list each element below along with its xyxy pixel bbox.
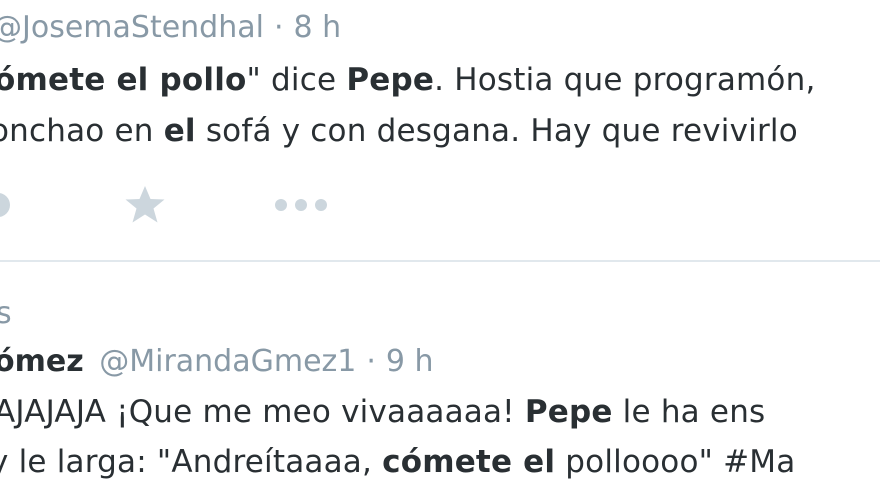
tweet1-bold-quote: ómete el pollo xyxy=(0,62,247,98)
tweet1-timestamp[interactable]: 8 h xyxy=(294,10,342,45)
tweet1-bold-pepe: Pepe xyxy=(346,62,435,98)
tweet1-text-line2: onchao en el sofá y con desgana. Hay que… xyxy=(0,113,798,149)
tweet2-timestamp[interactable]: 9 h xyxy=(386,344,434,379)
tweet1-handle[interactable]: @JosemaStendhal xyxy=(0,10,264,45)
reply-icon xyxy=(0,187,16,227)
tweet2-text-line1: AJAJAJA ¡Que me meo vivaaaaaa! Pepe le h… xyxy=(0,394,765,430)
tweet2-separator: · xyxy=(366,344,376,379)
reply-button[interactable] xyxy=(0,182,16,232)
tweet1-separator: · xyxy=(273,10,284,45)
tweet1-header: @JosemaStendhal · 8 h xyxy=(0,10,341,45)
tweet1-bold-el: el xyxy=(163,113,196,149)
tweet1-text-fragment: . Hostia que programón, xyxy=(434,62,816,98)
tweet1-text-fragment: onchao en xyxy=(0,113,164,149)
more-button[interactable] xyxy=(273,182,329,232)
tweet2-bold-pepe: Pepe xyxy=(524,394,613,430)
tweet1-action-bar xyxy=(0,182,880,232)
tweet2-text-fragment: polloooo" xyxy=(555,444,724,480)
tweet2-hashtag[interactable]: #Ma xyxy=(723,444,795,480)
tweet-divider xyxy=(0,260,880,262)
favorite-button[interactable] xyxy=(124,182,166,232)
tweet1-text-fragment: " dice xyxy=(246,62,347,98)
tweet2-context: s xyxy=(0,296,12,331)
more-icon xyxy=(273,195,329,219)
tweet-stream: @JosemaStendhal · 8 h ómete el pollo" dice… xyxy=(0,0,880,495)
tweet2-bold-text: cómete el xyxy=(382,444,556,480)
tweet2-text-fragment: y le larga: "Andreítaaaa, xyxy=(0,444,383,480)
tweet2-text-fragment: AJAJAJA ¡Que me meo vivaaaaaa! xyxy=(0,394,525,430)
star-icon xyxy=(124,184,166,230)
tweet2-display-name[interactable]: ómez xyxy=(0,344,84,379)
tweet2-text-line2: y le larga: "Andreítaaaa, cómete el poll… xyxy=(0,444,795,480)
tweet2-handle[interactable]: @MirandaGmez1 xyxy=(99,344,356,379)
tweet2-text-fragment: le ha ens xyxy=(612,394,766,430)
tweet1-text-fragment: sofá y con desgana. Hay que revivirlo xyxy=(195,113,798,149)
tweet1-text-line1: ómete el pollo" dice Pepe. Hostia que pr… xyxy=(0,62,816,98)
tweet2-header: ómez @MirandaGmez1 · 9 h xyxy=(0,344,434,379)
